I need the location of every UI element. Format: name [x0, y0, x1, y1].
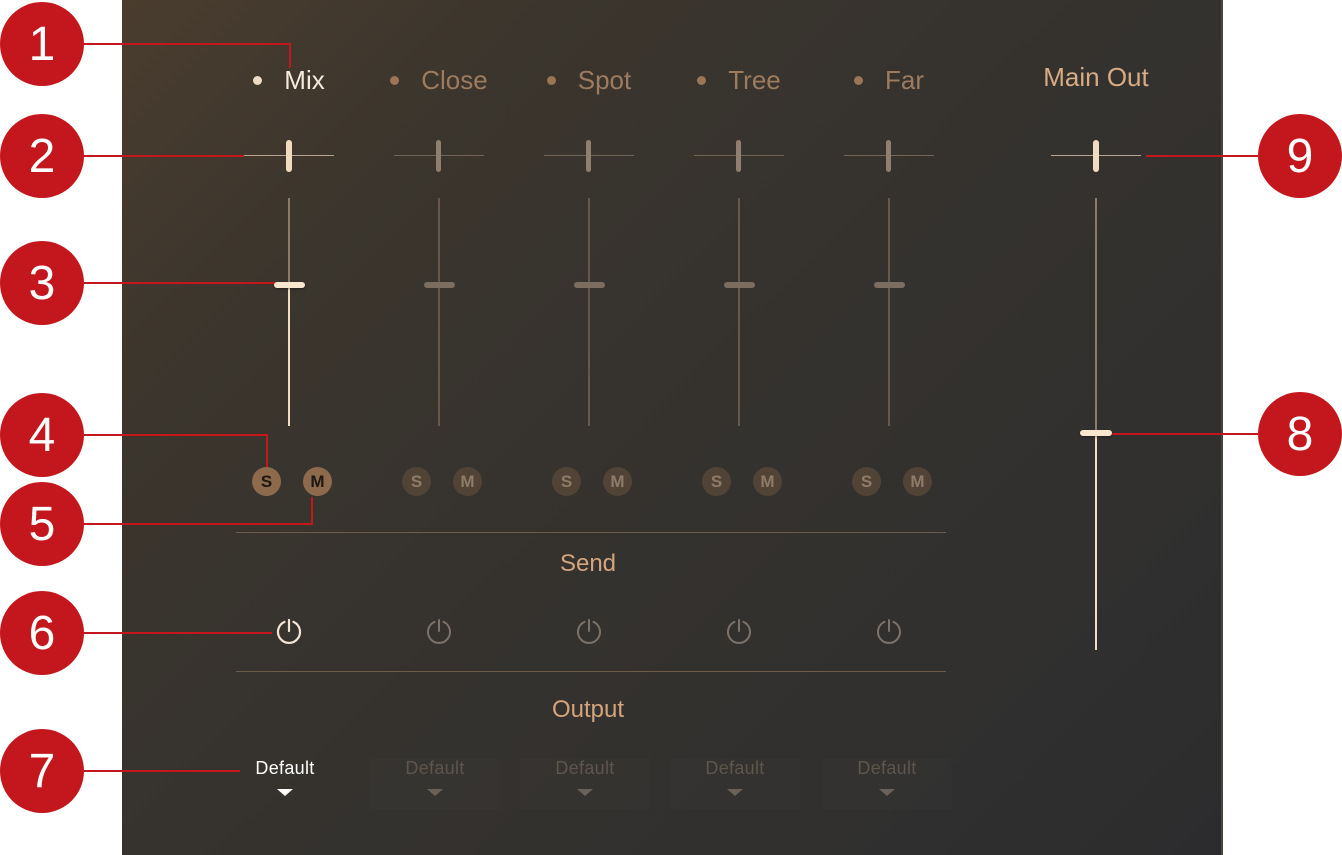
- output-selector-label: Default: [857, 758, 917, 778]
- solo-button[interactable]: S: [702, 467, 731, 496]
- send-knob-tree-icon[interactable]: [724, 617, 754, 647]
- output-selector-label: Default: [405, 758, 465, 778]
- fader-handle[interactable]: [724, 282, 755, 288]
- solo-button[interactable]: S: [402, 467, 431, 496]
- volume-fader-mix[interactable]: [259, 198, 319, 426]
- output-selector-close[interactable]: Default: [370, 758, 500, 810]
- section-divider: [236, 671, 946, 672]
- fader-fill: [1095, 433, 1097, 650]
- channel-active-dot: [253, 75, 263, 85]
- channel-dot: [390, 75, 400, 85]
- output-selector-spot[interactable]: Default: [520, 758, 650, 810]
- dropdown-arrow-icon: [277, 789, 293, 796]
- callout-badge: 8: [1258, 392, 1342, 476]
- pan-knob[interactable]: [286, 140, 292, 172]
- pan-knob[interactable]: [586, 140, 591, 172]
- callout-badge: 6: [0, 591, 84, 675]
- send-knob-spot-icon[interactable]: [574, 617, 604, 647]
- channel-dot: [546, 75, 556, 85]
- pan-control-tree[interactable]: [694, 140, 784, 172]
- main-out-label: Main Out: [1043, 62, 1149, 92]
- fader-handle[interactable]: [874, 282, 905, 288]
- channel-header-tree[interactable]: Tree: [664, 60, 814, 100]
- callout-badge: 1: [0, 2, 84, 86]
- output-selector-label: Default: [555, 758, 615, 778]
- channel-name: Far: [885, 64, 924, 95]
- pan-knob[interactable]: [436, 140, 441, 172]
- solo-button[interactable]: S: [252, 467, 281, 496]
- solo-mute-close: S M: [402, 467, 482, 497]
- dropdown-arrow-icon: [427, 789, 443, 796]
- fader-track: [588, 198, 590, 426]
- dropdown-arrow-icon: [577, 789, 593, 796]
- volume-fader-far[interactable]: [859, 198, 919, 426]
- channel-name: Close: [421, 64, 488, 95]
- fader-handle[interactable]: [1080, 430, 1112, 436]
- channel-dot: [697, 75, 707, 85]
- callout-badge: 7: [0, 729, 84, 813]
- fader-fill: [288, 285, 290, 426]
- volume-fader-close[interactable]: [409, 198, 469, 426]
- pan-control-far[interactable]: [844, 140, 934, 172]
- pan-knob[interactable]: [886, 140, 891, 172]
- leader-5: [84, 497, 313, 525]
- mute-button[interactable]: M: [453, 467, 482, 496]
- callout-badge: 2: [0, 114, 84, 198]
- channel-header-far[interactable]: Far: [814, 60, 964, 100]
- main-out-pan-control[interactable]: [1051, 140, 1141, 172]
- output-selector-mix[interactable]: Default: [220, 758, 350, 810]
- output-selector-far[interactable]: Default: [822, 758, 952, 810]
- output-selector-tree[interactable]: Default: [670, 758, 800, 810]
- channel-dot: [854, 75, 863, 85]
- channel-header-spot[interactable]: Spot: [514, 60, 664, 100]
- solo-button[interactable]: S: [852, 467, 881, 496]
- pan-control-close[interactable]: [394, 140, 484, 172]
- solo-button[interactable]: S: [552, 467, 581, 496]
- mute-button[interactable]: M: [603, 467, 632, 496]
- pan-control-spot[interactable]: [544, 140, 634, 172]
- callout-leader-lines: [84, 43, 1258, 772]
- send-knob-close-icon[interactable]: [424, 617, 454, 647]
- callout-badge: 3: [0, 241, 84, 325]
- dropdown-arrow-icon: [727, 789, 743, 796]
- pan-knob[interactable]: [1093, 140, 1099, 172]
- fader-track: [888, 198, 890, 426]
- solo-mute-mix: S M: [252, 467, 332, 497]
- fader-handle[interactable]: [574, 282, 605, 288]
- solo-mute-far: S M: [852, 467, 932, 497]
- channel-name: Mix: [284, 64, 325, 95]
- callout-badge: 9: [1258, 114, 1342, 198]
- fader-handle[interactable]: [274, 282, 305, 288]
- channel-header-mix[interactable]: Mix: [214, 60, 364, 100]
- mute-button[interactable]: M: [903, 467, 932, 496]
- volume-fader-tree[interactable]: [709, 198, 769, 426]
- fader-handle[interactable]: [424, 282, 455, 288]
- send-section-title: Send: [559, 550, 617, 577]
- dropdown-arrow-icon: [879, 789, 895, 796]
- callout-badge: 5: [0, 482, 84, 566]
- mute-button[interactable]: M: [303, 467, 332, 496]
- output-selector-label: Default: [255, 758, 315, 778]
- solo-mute-tree: S M: [702, 467, 782, 497]
- fader-track: [438, 198, 440, 426]
- main-out-fader[interactable]: [1066, 198, 1126, 650]
- send-knob-mix-icon[interactable]: [274, 617, 304, 647]
- channel-name: Spot: [577, 64, 632, 95]
- channel-name: Tree: [728, 64, 781, 95]
- output-selector-label: Default: [705, 758, 765, 778]
- pan-knob[interactable]: [736, 140, 741, 172]
- callout-badge: 4: [0, 393, 84, 477]
- volume-fader-spot[interactable]: [559, 198, 619, 426]
- mute-button[interactable]: M: [753, 467, 782, 496]
- fader-track: [738, 198, 740, 426]
- leader-4: [84, 434, 268, 467]
- output-section-title: Output: [551, 696, 625, 723]
- send-knob-far-icon[interactable]: [874, 617, 904, 647]
- section-divider: [236, 532, 946, 533]
- solo-mute-spot: S M: [552, 467, 632, 497]
- pan-control-mix[interactable]: [244, 140, 334, 172]
- channel-header-close[interactable]: Close: [364, 60, 514, 100]
